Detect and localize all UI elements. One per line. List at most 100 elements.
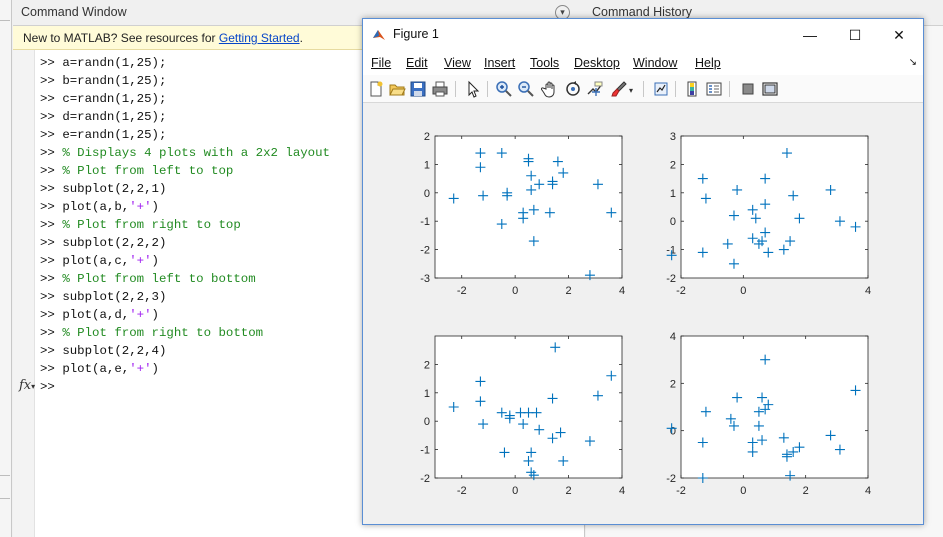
prompt-symbol: >> [40, 110, 63, 124]
data-cursor-icon[interactable] [586, 80, 604, 98]
close-button[interactable]: ✕ [876, 22, 922, 48]
menu-file[interactable]: File [371, 56, 391, 70]
minimize-button[interactable]: — [787, 22, 833, 48]
x-tick-label: -2 [676, 485, 686, 497]
menu-view[interactable]: View [444, 56, 471, 70]
code-text: subplot(2,2,3) [62, 290, 167, 304]
figure-titlebar[interactable]: Figure 1 — ☐ ✕ [363, 19, 923, 51]
hide-tools-icon[interactable] [739, 80, 757, 98]
command-history-lines: >> a=randn(1,25); >> b=randn(1,25); >> c=r… [40, 54, 330, 396]
menu-help[interactable]: Help [695, 56, 721, 70]
prompt-symbol: >> [40, 308, 63, 322]
zoom-in-icon[interactable] [495, 80, 513, 98]
code-text: d=randn(1,25); [62, 110, 167, 124]
active-prompt[interactable]: >> [40, 378, 330, 396]
brush-dropdown-icon[interactable]: ▾ [629, 86, 633, 95]
toolbar-separator [675, 81, 676, 97]
zoom-out-icon[interactable] [517, 80, 535, 98]
command-line: >> plot(a,c,'+') [40, 252, 330, 270]
code-text: plot(a,b,'+') [62, 200, 159, 214]
command-line: >> c=randn(1,25); [40, 90, 330, 108]
prompt-symbol: >> [40, 326, 63, 340]
brush-icon[interactable] [610, 80, 628, 98]
comment-text: % Plot from right to top [62, 218, 241, 232]
subplot-2: -2 0 4-2-10123 [666, 131, 871, 297]
y-tick-label: -2 [420, 245, 430, 257]
prompt-symbol: >> [40, 164, 63, 178]
toolbar-separator [455, 81, 456, 97]
prompt-symbol: >> [40, 272, 63, 286]
getting-started-link[interactable]: Getting Started [219, 31, 300, 45]
menu-insert[interactable]: Insert [484, 56, 515, 70]
x-tick-label: 2 [566, 485, 572, 497]
x-tick-label: 4 [865, 285, 871, 297]
menu-desktop[interactable]: Desktop [574, 56, 620, 70]
new-figure-icon[interactable] [367, 80, 385, 98]
y-tick-label: -2 [666, 473, 676, 485]
command-line: >> % Plot from right to bottom [40, 324, 330, 342]
print-icon[interactable] [431, 80, 449, 98]
code-text: subplot(2,2,1) [62, 182, 167, 196]
prompt-symbol: >> [40, 290, 63, 304]
dock-icon[interactable] [761, 80, 779, 98]
figure-window[interactable]: Figure 1 — ☐ ✕ File Edit View Insert Too… [362, 18, 924, 525]
command-line: >> d=randn(1,25); [40, 108, 330, 126]
prompt-symbol: >> [40, 362, 63, 376]
figure-canvas[interactable]: -2 0 2 4 -3 -2 -1 0 1 2 -2 0 4 -2 -1 0 1 2 3 -2 0 2 4 -2 -1 0 1 2 -2… [363, 104, 923, 524]
pan-icon[interactable] [541, 80, 559, 98]
figure-toolbar: ▾ [363, 75, 923, 103]
command-line: >> % Displays 4 plots with a 2x2 layout [40, 144, 330, 162]
y-tick-label: 3 [670, 131, 676, 143]
left-panel-strip [0, 0, 12, 537]
prompt-symbol: >> [40, 344, 63, 358]
y-tick-label: 1 [424, 159, 430, 171]
axes-box [680, 135, 869, 279]
command-gutter [13, 50, 35, 537]
legend-icon[interactable] [705, 80, 723, 98]
code-text: c=randn(1,25); [62, 92, 167, 106]
y-tick-label: -1 [420, 216, 430, 228]
y-tick-label: 2 [670, 159, 676, 171]
subplot-4: -2 0 2 4 -2 0 2 4 [666, 331, 871, 497]
y-tick-label: 0 [424, 416, 430, 428]
x-tick-label: 0 [512, 485, 518, 497]
x-tick-label: 0 [740, 485, 746, 497]
x-tick-label: 0 [740, 285, 746, 297]
pointer-icon[interactable] [464, 80, 482, 98]
banner-tail: . [299, 31, 303, 45]
code-text: b=randn(1,25); [62, 74, 167, 88]
rotate-icon[interactable] [564, 80, 582, 98]
strip-divider [0, 498, 10, 499]
comment-text: % Displays 4 plots with a 2x2 layout [62, 146, 330, 160]
menu-window[interactable]: Window [633, 56, 677, 70]
x-tick-label: -2 [676, 285, 686, 297]
subplot-1: -2 0 2 4 -3 -2 -1 0 1 2 [420, 131, 625, 297]
menu-overflow-icon[interactable]: ↘ [909, 57, 917, 68]
matlab-logo-icon [373, 30, 385, 40]
x-tick-label: 2 [566, 285, 572, 297]
x-tick-label: 2 [803, 485, 809, 497]
prompt-symbol: >> [40, 146, 63, 160]
code-text: e=randn(1,25); [62, 128, 167, 142]
y-tick-label: 0 [670, 216, 676, 228]
code-text: plot(a,c,'+') [62, 254, 159, 268]
code-text: subplot(2,2,2) [62, 236, 167, 250]
banner-text: New to MATLAB? See resources for [23, 31, 219, 45]
maximize-button[interactable]: ☐ [832, 22, 878, 48]
prompt-symbol: >> [40, 236, 63, 250]
save-icon[interactable] [409, 80, 427, 98]
colorbar-icon[interactable] [683, 80, 701, 98]
menu-tools[interactable]: Tools [530, 56, 559, 70]
y-tick-label: 1 [670, 188, 676, 200]
function-browser-icon[interactable]: fx▾ [19, 378, 35, 393]
command-line: >> plot(a,e,'+') [40, 360, 330, 378]
open-icon[interactable] [388, 80, 406, 98]
menu-edit[interactable]: Edit [406, 56, 428, 70]
command-line: >> subplot(2,2,2) [40, 234, 330, 252]
x-tick-label: -2 [457, 485, 467, 497]
y-tick-label: -2 [666, 273, 676, 285]
link-icon[interactable] [652, 80, 670, 98]
y-tick-label: 0 [424, 188, 430, 200]
y-tick-label: 0 [670, 426, 676, 438]
prompt-symbol: >> [40, 74, 63, 88]
